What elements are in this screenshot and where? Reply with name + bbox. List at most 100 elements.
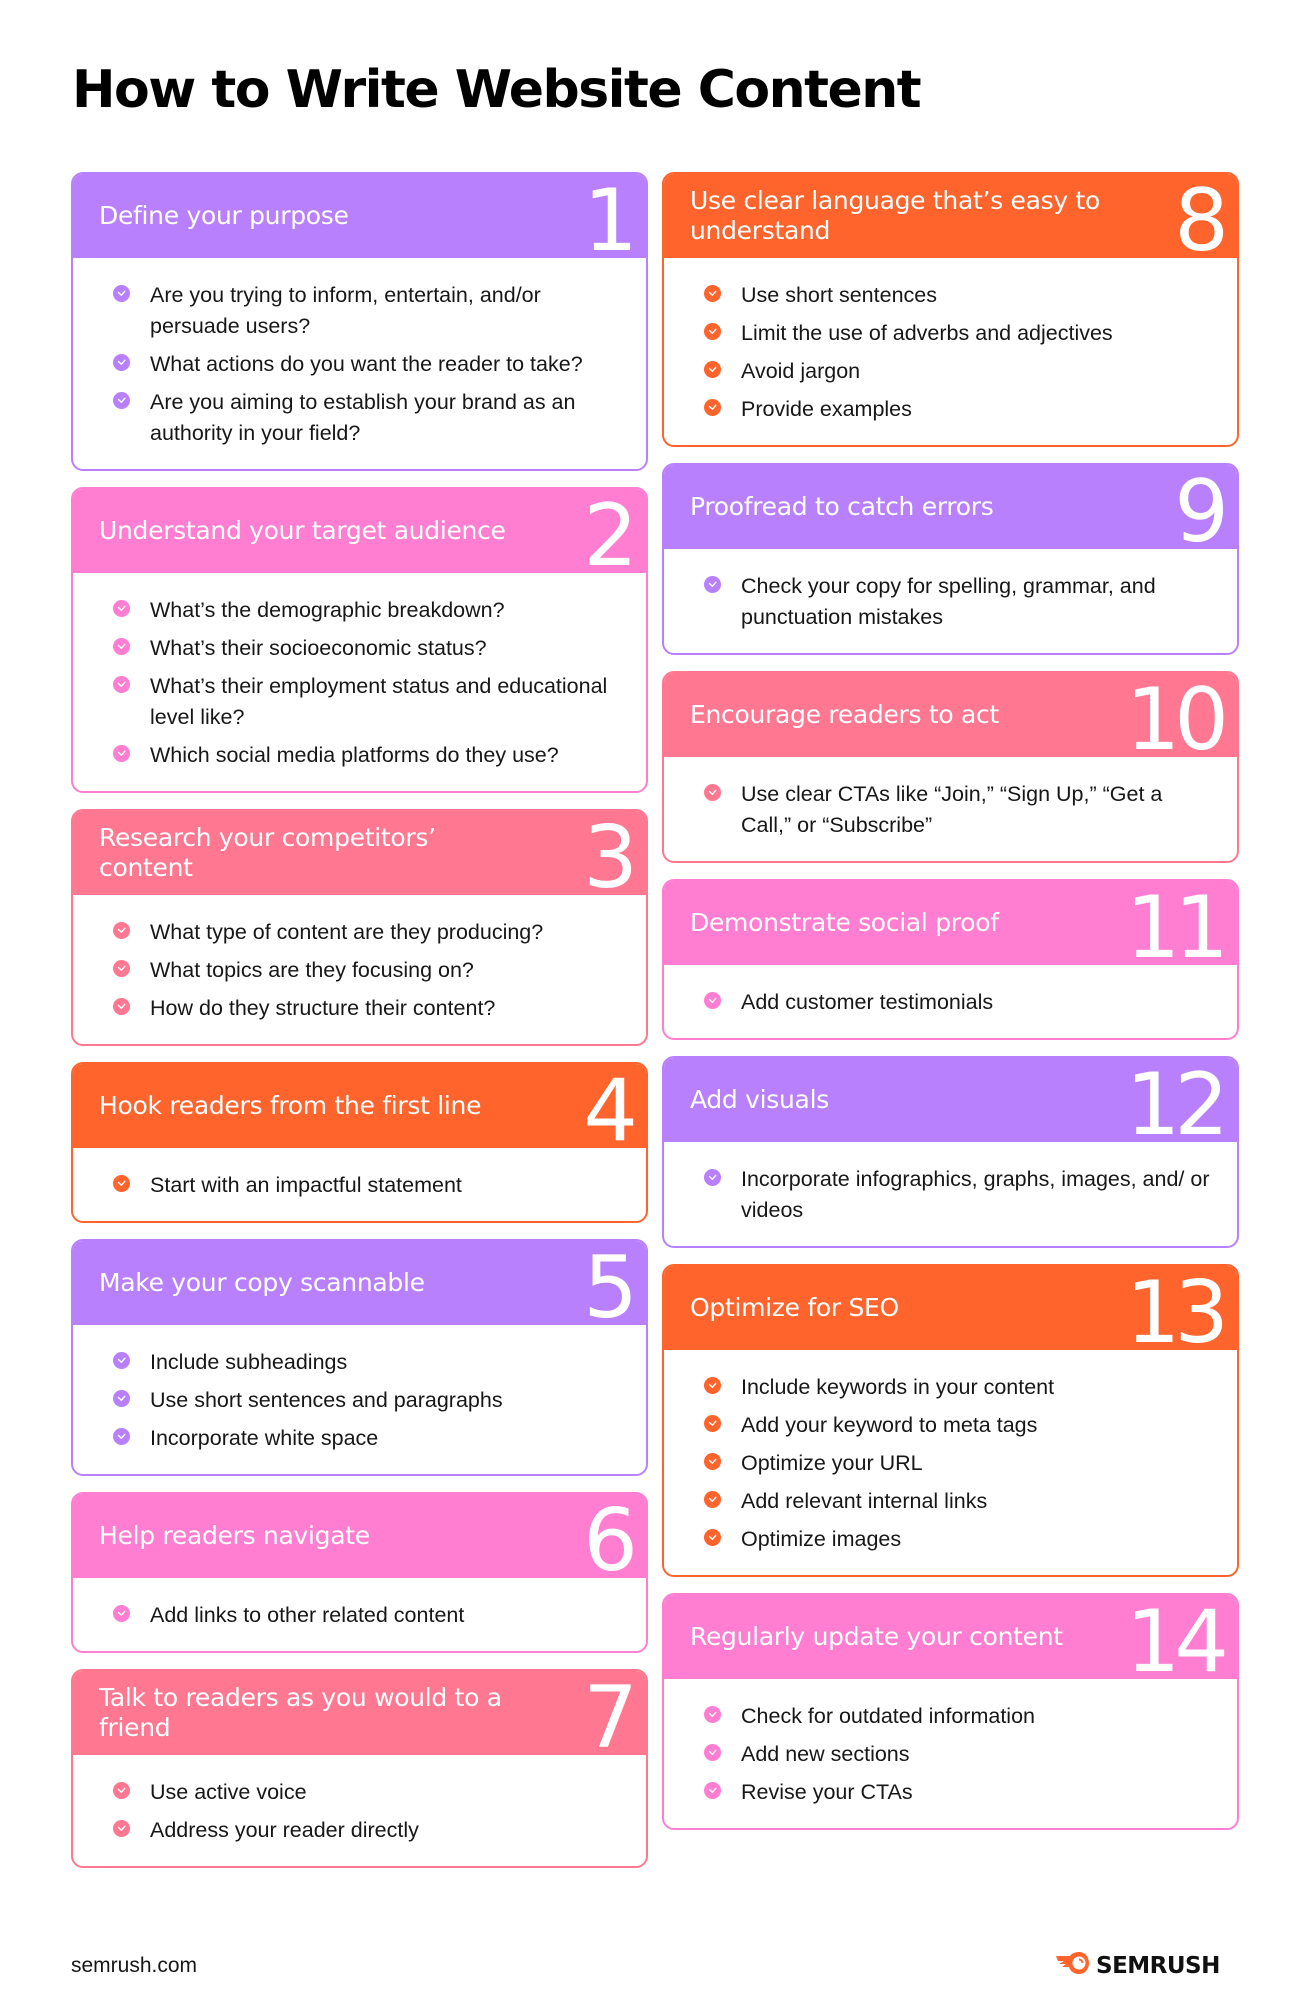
step-card-header: Add visuals 12 [664,1058,1237,1148]
right-column: Use clear language that’s easy to unders… [662,172,1239,1846]
step-card-body: Incorporate infographics, graphs, images… [664,1142,1237,1246]
list-item: Add links to other related content [113,1600,620,1631]
checkmark-icon [113,1175,130,1192]
checkmark-icon [704,1744,721,1761]
list-item: Limit the use of adverbs and adjectives [704,318,1211,349]
step-card: Understand your target audience 2 What’s t… [71,487,648,793]
list-item-text: Add your keyword to meta tags [741,1413,1038,1437]
step-card-body: Check your copy for spelling, grammar, a… [664,549,1237,653]
step-card-body: Are you trying to inform, entertain, and… [73,258,646,469]
list-item: Are you aiming to establish your brand a… [113,387,620,449]
list-item-text: Incorporate white space [150,1426,379,1450]
checkmark-icon [113,1820,130,1837]
list-item-text: Add customer testimonials [741,990,994,1014]
list-item-text: Optimize your URL [741,1451,923,1475]
list-item-text: Start with an impactful statement [150,1173,462,1197]
list-item: Optimize your URL [704,1448,1211,1479]
step-number: 14 [1125,1593,1229,1692]
step-card: Help readers navigate 6 Add links to other… [71,1492,648,1653]
list-item: Incorporate infographics, graphs, images… [704,1164,1211,1226]
step-heading: Encourage readers to act [690,700,999,729]
step-heading: Proofread to catch errors [690,492,994,521]
checkmark-icon [113,600,130,617]
step-card-header: Optimize for SEO 13 [664,1266,1237,1356]
list-item: Add new sections [704,1739,1211,1770]
list-item-text: Which social media platforms do they use… [150,743,559,767]
step-number: 1 [583,172,638,271]
checkmark-icon [113,922,130,939]
checkmark-icon [704,1782,721,1799]
step-card: Encourage readers to act 10 Use clear CTAs… [662,671,1239,863]
list-item: Use short sentences [704,280,1211,311]
list-item: Include keywords in your content [704,1372,1211,1403]
list-item: What type of content are they producing? [113,917,620,948]
checkmark-icon [704,1706,721,1723]
step-heading: Hook readers from the first line [99,1091,482,1120]
list-item: Are you trying to inform, entertain, and… [113,280,620,342]
checkmark-icon [704,1453,721,1470]
list-item: What’s their employment status and educa… [113,671,620,733]
semrush-logo[interactable]: SEMRUSH [1056,1951,1220,1980]
list-item-text: Provide examples [741,397,912,421]
list-item: Use active voice [113,1777,620,1808]
checkmark-icon [113,1428,130,1445]
list-item-text: Use clear CTAs like “Join,” “Sign Up,” “… [741,782,1163,837]
checkmark-icon [704,1377,721,1394]
step-heading: Regularly update your content [690,1622,1063,1651]
step-heading: Talk to readers as you would to a friend [99,1683,502,1742]
step-card: Hook readers from the first line 4 Start w… [71,1062,648,1223]
list-item: Add your keyword to meta tags [704,1410,1211,1441]
step-card-header: Regularly update your content 14 [664,1595,1237,1685]
list-item-text: What’s their employment status and educa… [150,674,608,729]
step-card-header: Use clear language that’s easy to unders… [664,174,1237,264]
list-item-text: Avoid jargon [741,359,861,383]
step-heading: Add visuals [690,1085,829,1114]
list-item-text: Use short sentences and paragraphs [150,1388,503,1412]
step-card-header: Proofread to catch errors 9 [664,465,1237,555]
checkmark-icon [704,576,721,593]
checkmark-icon [113,676,130,693]
checkmark-icon [113,1352,130,1369]
list-item: Add customer testimonials [704,987,1211,1018]
list-item: Address your reader directly [113,1815,620,1846]
step-number: 9 [1174,463,1229,562]
list-item: Incorporate white space [113,1423,620,1454]
list-item-text: What’s their socioeconomic status? [150,636,487,660]
list-item: Start with an impactful statement [113,1170,620,1201]
list-item-text: Limit the use of adverbs and adjectives [741,321,1113,345]
footer-url[interactable]: semrush.com [71,1954,197,1978]
step-number: 10 [1125,671,1229,770]
step-card-header: Help readers navigate 6 [73,1494,646,1584]
checkmark-icon [113,1782,130,1799]
checkmark-icon [704,1415,721,1432]
step-number: 12 [1125,1056,1229,1155]
list-item-text: Check your copy for spelling, grammar, a… [741,574,1156,629]
checkmark-icon [704,1169,721,1186]
step-number: 8 [1174,172,1229,271]
step-heading: Optimize for SEO [690,1293,899,1322]
list-item-text: Are you trying to inform, entertain, and… [150,283,541,338]
step-card-body: Include keywords in your content Add your… [664,1350,1237,1575]
step-card: Optimize for SEO 13 Include keywords in yo… [662,1264,1239,1577]
list-item-text: Include keywords in your content [741,1375,1055,1399]
checkmark-icon [704,992,721,1009]
list-item-text: Address your reader directly [150,1818,419,1842]
list-item-text: How do they structure their content? [150,996,496,1020]
list-item-text: Check for outdated information [741,1704,1035,1728]
step-card: Define your purpose 1 Are you trying to in… [71,172,648,471]
list-item: Check your copy for spelling, grammar, a… [704,571,1211,633]
step-card-header: Define your purpose 1 [73,174,646,264]
checkmark-icon [113,392,130,409]
step-number: 3 [583,809,638,908]
list-item-text: Use active voice [150,1780,307,1804]
list-item-text: Add new sections [741,1742,910,1766]
step-card-body: Start with an impactful statement [73,1148,646,1221]
step-card-header: Research your competitors’ content 3 [73,811,646,901]
checkmark-icon [704,361,721,378]
list-item-text: What topics are they focusing on? [150,958,474,982]
step-number: 11 [1125,879,1229,978]
step-card-header: Demonstrate social proof 11 [664,881,1237,971]
list-item-text: Add links to other related content [150,1603,465,1627]
step-card: Research your competitors’ content 3 What … [71,809,648,1046]
step-card-body: Check for outdated information Add new se… [664,1679,1237,1828]
